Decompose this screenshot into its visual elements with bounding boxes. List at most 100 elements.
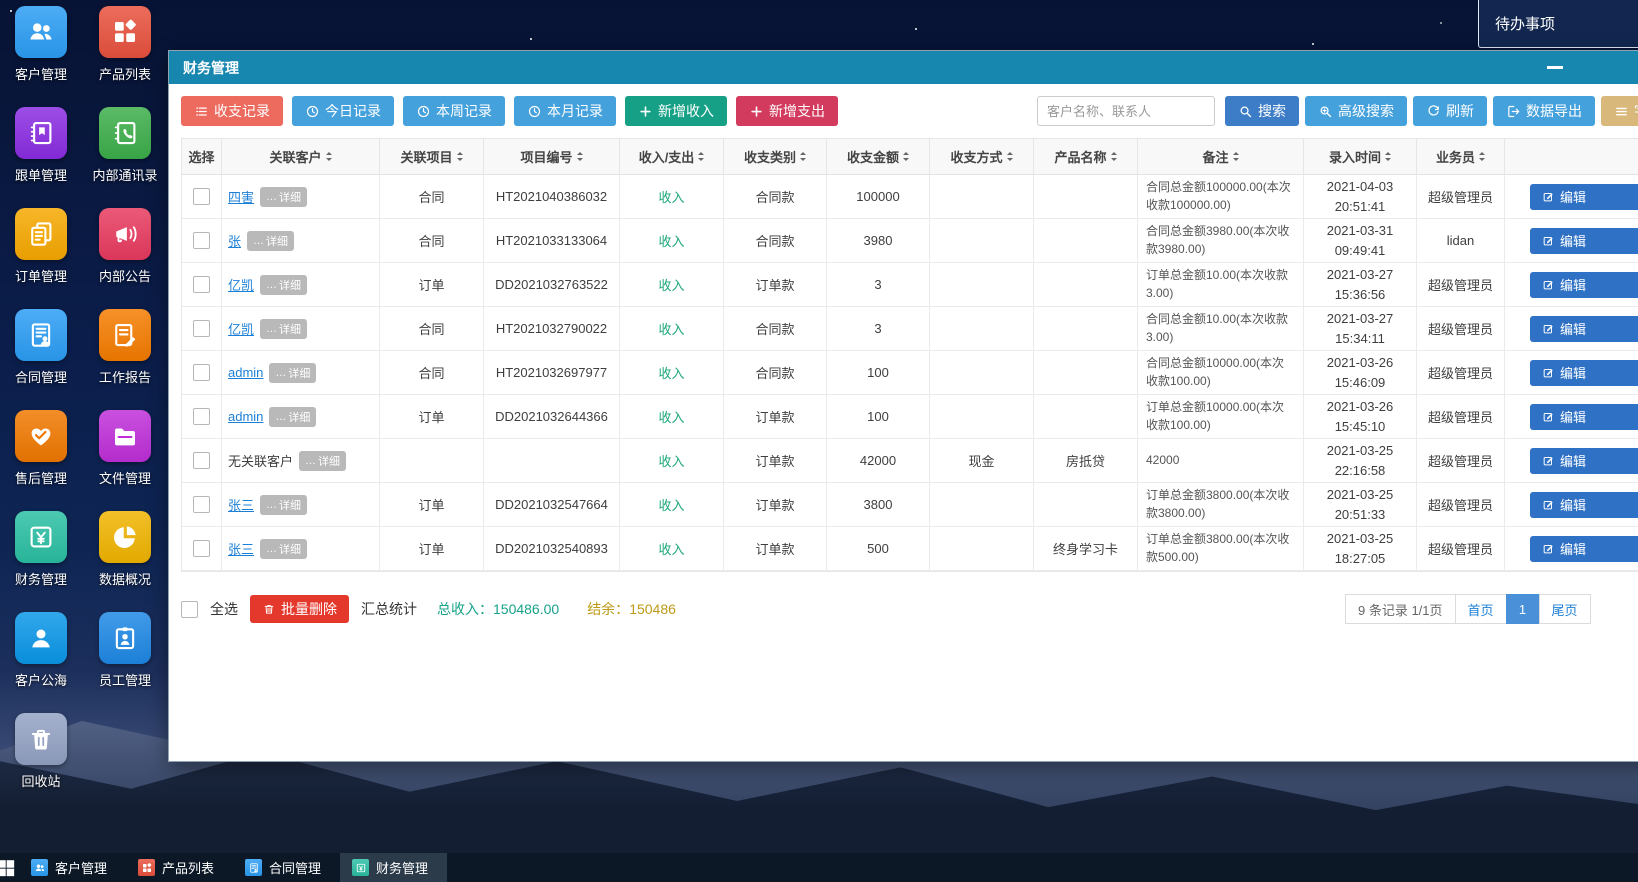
customer-link[interactable]: 亿凯 <box>228 275 254 294</box>
column-header[interactable]: 录入时间 <box>1304 139 1417 175</box>
column-header[interactable]: 管理 <box>1505 139 1638 175</box>
desktop-icon[interactable]: 售后管理 <box>0 410 82 511</box>
desktop-icon[interactable]: 员工管理 <box>84 612 166 713</box>
toolbar-button[interactable]: 字 <box>1601 96 1638 126</box>
desktop-icon[interactable]: 产品列表 <box>84 6 166 107</box>
desktop-icon[interactable]: 文件管理 <box>84 410 166 511</box>
edit-button[interactable]: 编辑 <box>1530 491 1638 518</box>
taskbar-item[interactable]: 财务管理 <box>340 853 447 882</box>
row-checkbox[interactable] <box>193 408 210 425</box>
desktop-icon[interactable]: 客户管理 <box>0 6 82 107</box>
taskbar-item[interactable]: 客户管理 <box>19 853 126 882</box>
row-checkbox[interactable] <box>193 496 210 513</box>
toolbar-button[interactable]: 收支记录 <box>181 96 283 126</box>
edit-button[interactable]: 编辑 <box>1530 359 1638 386</box>
select-all-checkbox[interactable] <box>181 600 198 618</box>
row-checkbox[interactable] <box>193 364 210 381</box>
customer-link[interactable]: 四害 <box>228 187 254 206</box>
current-page[interactable]: 1 <box>1505 594 1540 624</box>
income-expense-cell: 收入 <box>620 351 724 395</box>
toolbar-button[interactable]: 高级搜索 <box>1305 96 1407 126</box>
desktop-icon[interactable]: 跟单管理 <box>0 107 82 208</box>
toolbar-button[interactable]: 搜索 <box>1225 96 1299 126</box>
row-checkbox[interactable] <box>193 276 210 293</box>
detail-button[interactable]: … 详细 <box>260 274 308 295</box>
desktop-icon[interactable]: 合同管理 <box>0 309 82 410</box>
detail-button[interactable]: … 详细 <box>260 318 308 339</box>
column-header[interactable]: 收支方式 <box>930 139 1034 175</box>
search-input[interactable] <box>1037 96 1215 126</box>
desktop-icon[interactable]: 内部通讯录 <box>84 107 166 208</box>
project-type-cell: 订单 <box>380 263 484 307</box>
detail-button[interactable]: … 详细 <box>269 406 317 427</box>
amount-cell: 3 <box>827 263 930 307</box>
project-type-cell: 订单 <box>380 527 484 571</box>
edit-button[interactable]: 编辑 <box>1530 227 1638 254</box>
customer-link[interactable]: 无关联客户 <box>228 451 293 470</box>
detail-button[interactable]: … 详细 <box>260 494 308 515</box>
product-cell: 房抵贷 <box>1034 439 1138 483</box>
desktop-icon[interactable]: 工作报告 <box>84 309 166 410</box>
start-button[interactable] <box>0 853 19 882</box>
method-cell: 现金 <box>930 439 1034 483</box>
column-header[interactable]: 收入/支出 <box>620 139 724 175</box>
desktop-icon[interactable]: 财务管理 <box>0 511 82 612</box>
column-header[interactable]: 备注 <box>1138 139 1304 175</box>
desktop-icon[interactable]: 客户公海 <box>0 612 82 713</box>
toolbar-button[interactable]: 新增收入 <box>625 96 727 126</box>
customer-link[interactable]: admin <box>228 365 263 380</box>
column-header[interactable]: 选择 <box>182 139 222 175</box>
column-header[interactable]: 收支类别 <box>724 139 827 175</box>
column-header[interactable]: 业务员 <box>1417 139 1505 175</box>
first-page-button[interactable]: 首页 <box>1454 594 1507 624</box>
desktop-icon-label: 财务管理 <box>14 572 67 587</box>
customer-link[interactable]: admin <box>228 409 263 424</box>
edit-button[interactable]: 编辑 <box>1530 183 1638 210</box>
detail-button[interactable]: … 详细 <box>260 186 308 207</box>
customer-link[interactable]: 亿凯 <box>228 319 254 338</box>
batch-delete-button[interactable]: 批量删除 <box>250 595 349 623</box>
column-header[interactable]: 项目编号 <box>484 139 620 175</box>
desktop-icon[interactable]: 内部公告 <box>84 208 166 309</box>
column-header[interactable]: 关联项目 <box>380 139 484 175</box>
column-header[interactable]: 关联客户 <box>222 139 380 175</box>
column-header[interactable]: 产品名称 <box>1034 139 1138 175</box>
desktop-icon[interactable]: 订单管理 <box>0 208 82 309</box>
customer-link[interactable]: 张三 <box>228 495 254 514</box>
desktop-icon[interactable]: 回收站 <box>0 713 82 814</box>
row-checkbox[interactable] <box>193 320 210 337</box>
minimize-button[interactable] <box>1537 51 1573 84</box>
detail-button[interactable]: … 详细 <box>260 538 308 559</box>
customer-link[interactable]: 张 <box>228 231 241 250</box>
edit-button[interactable]: 编辑 <box>1530 403 1638 430</box>
last-page-button[interactable]: 尾页 <box>1538 594 1591 624</box>
detail-button[interactable]: … 详细 <box>299 450 347 471</box>
row-checkbox[interactable] <box>193 232 210 249</box>
toolbar-button[interactable]: 本月记录 <box>514 96 616 126</box>
taskbar-item[interactable]: 产品列表 <box>126 853 233 882</box>
column-header[interactable]: 收支金额 <box>827 139 930 175</box>
edit-button[interactable]: 编辑 <box>1530 447 1638 474</box>
finance-icon <box>355 862 367 874</box>
taskbar-item[interactable]: 合同管理 <box>233 853 340 882</box>
toolbar-button[interactable]: 本周记录 <box>403 96 505 126</box>
row-checkbox[interactable] <box>193 540 210 557</box>
income-expense-cell: 收入 <box>620 483 724 527</box>
edit-button[interactable]: 编辑 <box>1530 535 1638 562</box>
taskbar: 客户管理 产品列表 合同管理 财务管理 <box>0 853 1638 882</box>
row-checkbox[interactable] <box>193 188 210 205</box>
edit-button[interactable]: 编辑 <box>1530 315 1638 342</box>
table-row: admin … 详细 合同 HT2021032697977 收入 合同款 100 … <box>182 351 1638 395</box>
toolbar-button[interactable]: 新增支出 <box>736 96 838 126</box>
desktop-icon[interactable]: 数据概况 <box>84 511 166 612</box>
toolbar-button[interactable]: 数据导出 <box>1493 96 1595 126</box>
toolbar-button[interactable]: 刷新 <box>1413 96 1487 126</box>
sort-icon <box>1006 152 1013 161</box>
toolbar-button[interactable]: 今日记录 <box>292 96 394 126</box>
row-checkbox[interactable] <box>193 452 210 469</box>
detail-button[interactable]: … 详细 <box>247 230 295 251</box>
todo-panel[interactable]: 待办事项 <box>1478 0 1638 48</box>
edit-button[interactable]: 编辑 <box>1530 271 1638 298</box>
detail-button[interactable]: … 详细 <box>269 362 317 383</box>
customer-link[interactable]: 张三 <box>228 539 254 558</box>
